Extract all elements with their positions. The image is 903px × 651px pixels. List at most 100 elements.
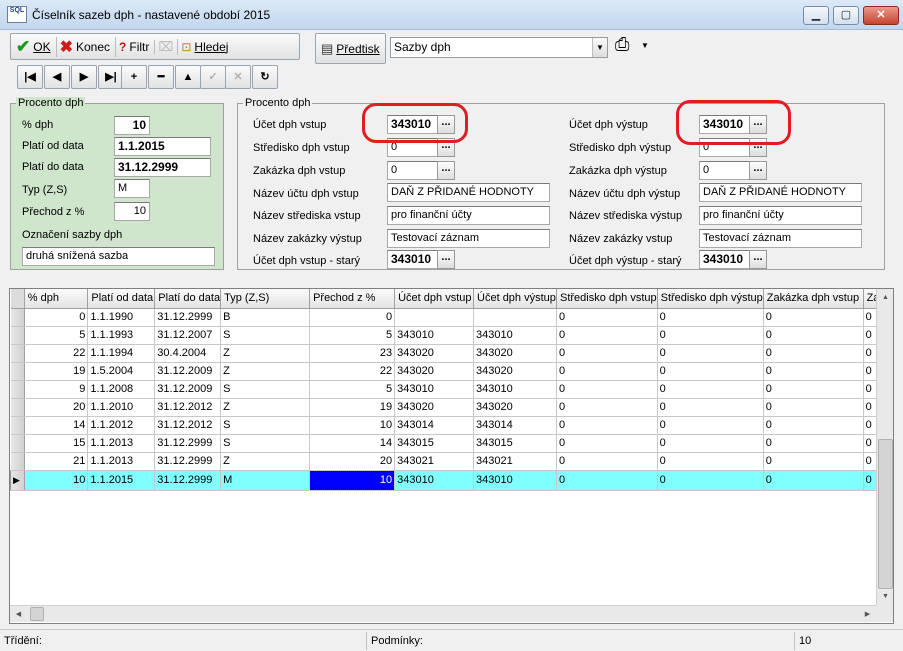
table-cell[interactable]: 31.12.2999 [154,434,222,453]
row-indicator[interactable] [10,308,25,327]
table-cell[interactable]: 19 [309,398,396,417]
table-cell[interactable]: 5 [24,326,89,345]
table-cell[interactable]: 0 [556,308,658,327]
printer-icon[interactable]: ⎙ [615,34,629,54]
prechod-field[interactable]: 10 [114,202,150,221]
table-cell[interactable]: 0 [556,416,658,435]
nav-delete-button[interactable]: ━ [148,65,174,89]
nav-cancel-button[interactable]: ✕ [225,65,251,89]
table-cell[interactable]: 1.1.1993 [87,326,156,345]
close-button[interactable]: ✕ [863,6,899,25]
table-row[interactable]: 9 1.1.2008 31.12.2009 S 5 343010 343010 0 0 0 0 [10,380,893,399]
table-cell[interactable]: 0 [556,470,658,491]
ucet-vstup-stary-browse-button[interactable]: ... [437,250,455,269]
table-cell[interactable]: 343010 [473,326,557,345]
table-cell[interactable]: 0 [657,308,764,327]
do-field[interactable]: 31.12.2999 [114,158,211,177]
row-indicator[interactable] [10,452,25,471]
table-cell[interactable]: 0 [556,398,658,417]
table-cell[interactable]: 1.1.2013 [87,452,156,471]
konec-button[interactable]: ✖ Konec [60,36,117,57]
table-cell[interactable]: 0 [763,470,864,491]
table-cell[interactable]: 0 [556,452,658,471]
table-cell[interactable]: 14 [24,416,89,435]
column-header[interactable]: Platí do data [154,289,222,309]
table-cell[interactable]: 1.1.2012 [87,416,156,435]
column-header[interactable]: Středisko dph výstup [657,289,764,309]
table-row[interactable]: 22 1.1.1994 30.4.2004 Z 23 343020 343020 0 0 0 0 [10,344,893,363]
scroll-down-icon[interactable]: ▼ [877,588,893,605]
row-indicator[interactable] [10,344,25,363]
table-cell[interactable]: Z [220,362,311,381]
table-cell[interactable]: 0 [556,326,658,345]
row-indicator[interactable] [10,326,25,345]
table-cell[interactable]: 343020 [394,344,475,363]
table-cell[interactable]: 5 [309,326,396,345]
table-cell[interactable]: 343014 [394,416,475,435]
table-row[interactable]: 20 1.1.2010 31.12.2012 Z 19 343020 343020 0 0 0 0 [10,398,893,417]
table-cell[interactable]: Z [220,452,311,471]
table-cell[interactable]: 9 [24,380,89,399]
table-row[interactable]: 21 1.1.2013 31.12.2999 Z 20 343021 343021 0 0 0 0 [10,452,893,471]
table-row[interactable]: 19 1.5.2004 31.12.2009 Z 22 343020 343020 0 0 0 0 [10,362,893,381]
table-cell[interactable]: 0 [556,344,658,363]
table-cell[interactable]: 0 [763,434,864,453]
od-field[interactable]: 1.1.2015 [114,137,211,156]
table-cell[interactable]: 0 [657,398,764,417]
table-cell[interactable]: 343015 [394,434,475,453]
table-cell[interactable]: S [220,326,311,345]
table-cell[interactable]: 343021 [394,452,475,471]
ok-button[interactable]: ✔ OK [16,36,57,57]
table-cell[interactable]: 0 [763,362,864,381]
nav-edit-button[interactable]: ▲ [175,65,201,89]
typ-field[interactable]: M [114,179,150,198]
table-cell[interactable]: 343020 [473,362,557,381]
table-cell[interactable]: 10 [309,470,396,491]
table-cell[interactable]: 0 [556,362,658,381]
table-cell[interactable]: 343010 [473,470,557,491]
table-cell[interactable]: 31.12.2009 [154,362,222,381]
table-cell[interactable]: 31.12.2009 [154,380,222,399]
vertical-scrollbar[interactable]: ▲ ▼ [876,289,893,605]
table-cell[interactable]: 10 [309,416,396,435]
nav-first-button[interactable]: |◀ [17,65,43,89]
row-indicator[interactable] [10,416,25,435]
table-cell[interactable]: 343010 [394,326,475,345]
table-cell[interactable]: 1.1.1994 [87,344,156,363]
table-cell[interactable]: 1.1.2008 [87,380,156,399]
column-header[interactable]: Středisko dph vstup [556,289,658,309]
table-row[interactable]: ▶ 10 1.1.2015 31.12.2999 M 10 343010 343010 0 0 0 0 [10,470,893,491]
zakazka-vstup-browse-button[interactable]: ... [437,161,455,180]
table-cell[interactable]: 10 [24,470,89,491]
table-row[interactable]: 14 1.1.2012 31.12.2012 S 10 343014 343014 0 0 0 0 [10,416,893,435]
table-cell[interactable]: 31.12.2999 [154,470,222,491]
table-cell[interactable]: 22 [24,344,89,363]
pct-field[interactable]: 10 [114,116,150,135]
table-cell[interactable]: 15 [24,434,89,453]
table-cell[interactable]: S [220,434,311,453]
table-cell[interactable]: 343015 [473,434,557,453]
horizontal-scrollbar[interactable]: ◀ ▶ [10,605,876,622]
row-indicator[interactable] [10,434,25,453]
nav-refresh-button[interactable]: ↻ [252,65,278,89]
table-cell[interactable]: 343020 [473,344,557,363]
report-select[interactable]: Sazby dph ▼ [390,37,608,58]
column-header[interactable]: Přechod z % [309,289,396,309]
table-cell[interactable]: 23 [309,344,396,363]
table-cell[interactable]: 343010 [473,380,557,399]
table-cell[interactable]: 31.12.2999 [154,452,222,471]
hledej-button[interactable]: ⊡ Hledej [181,40,228,54]
table-cell[interactable]: 0 [657,380,764,399]
table-cell[interactable]: 30.4.2004 [154,344,222,363]
zakazka-vystup-field[interactable]: 0 [699,161,751,180]
table-cell[interactable]: B [220,308,311,327]
nav-insert-button[interactable]: + [121,65,147,89]
table-cell[interactable]: 0 [657,344,764,363]
table-cell[interactable] [473,308,557,327]
minimize-button[interactable]: ▁ [803,6,829,25]
table-cell[interactable]: 0 [763,344,864,363]
table-cell[interactable]: 5 [309,380,396,399]
table-cell[interactable]: S [220,380,311,399]
table-cell[interactable]: Z [220,344,311,363]
print-dropdown-icon[interactable]: ▼ [641,41,649,50]
